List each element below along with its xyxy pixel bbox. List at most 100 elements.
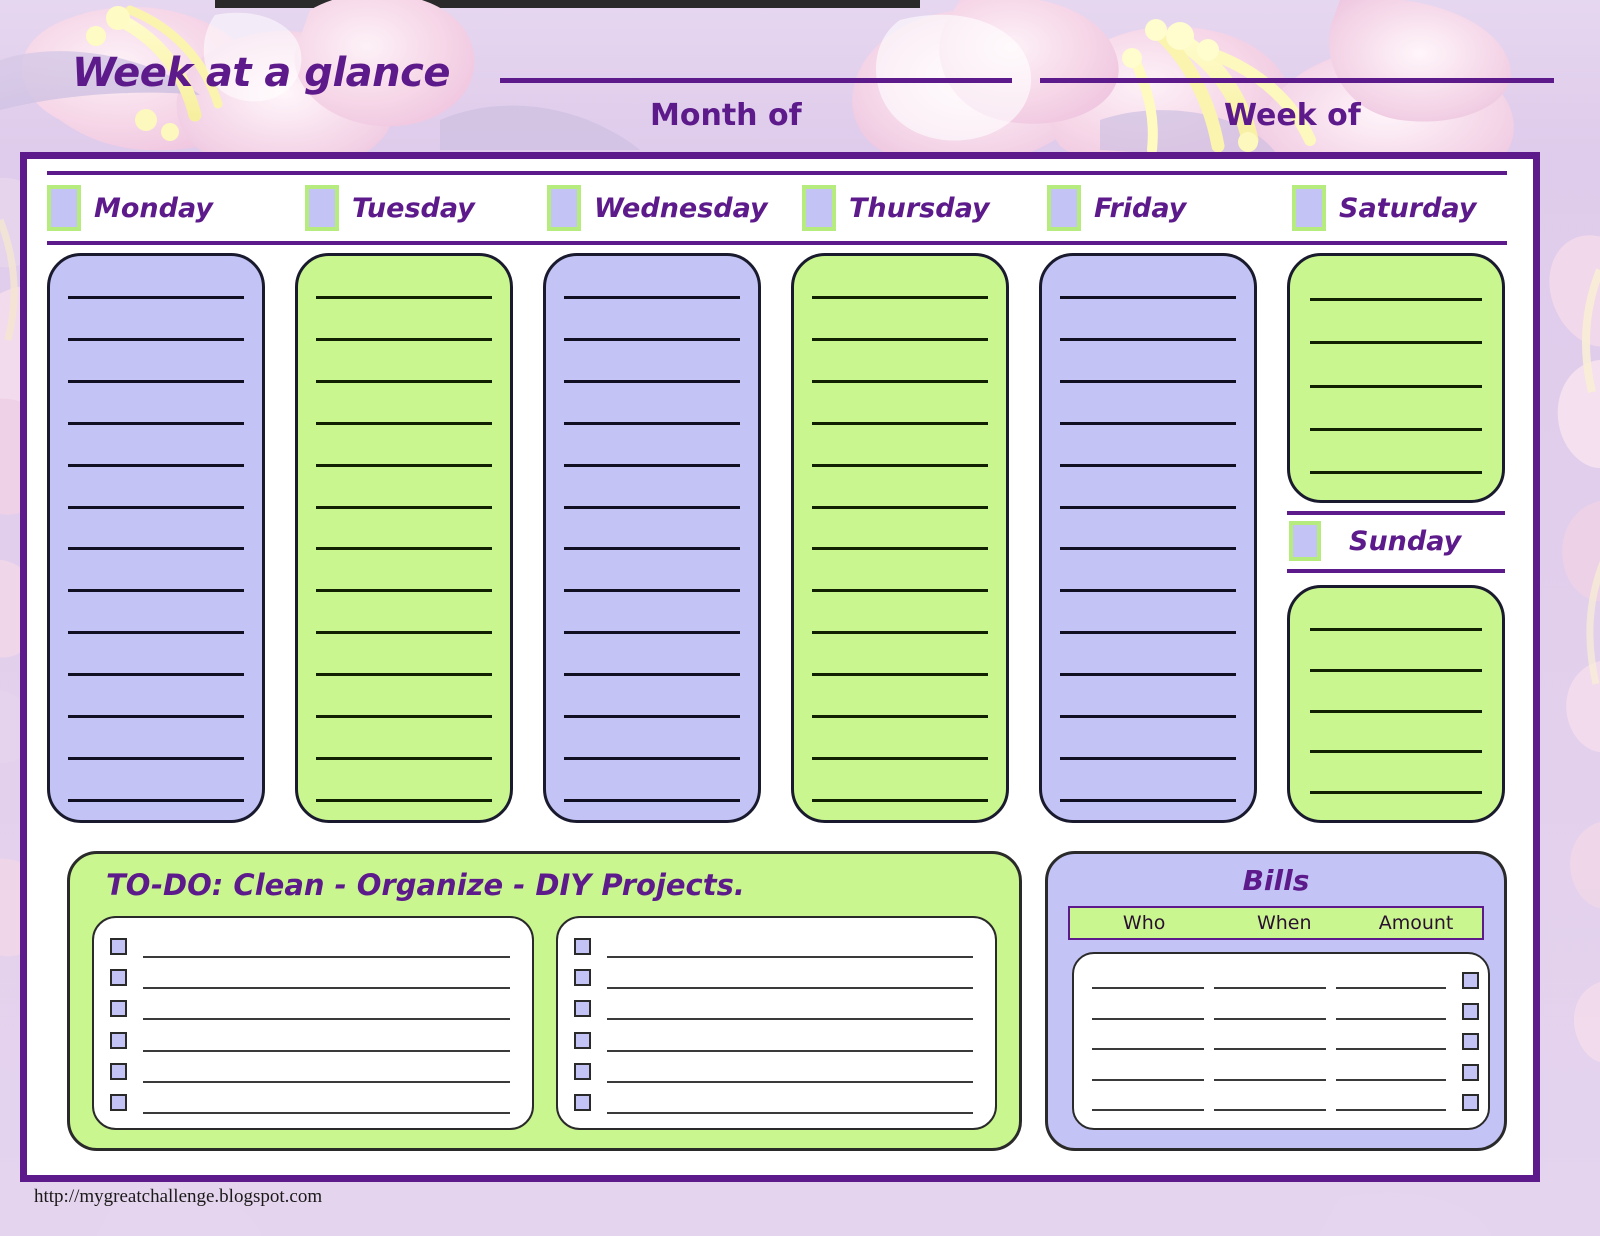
- writing-line[interactable]: [1310, 427, 1482, 431]
- todo-item-row[interactable]: [573, 963, 973, 990]
- todo-list-right[interactable]: [555, 916, 997, 1130]
- writing-line[interactable]: [564, 337, 740, 341]
- writing-line[interactable]: [316, 379, 492, 383]
- writing-line[interactable]: [812, 547, 988, 551]
- todo-item-row[interactable]: [110, 932, 510, 958]
- writing-line[interactable]: [1060, 715, 1236, 719]
- todo-item-row[interactable]: [573, 1088, 973, 1114]
- month-write-line[interactable]: [500, 78, 1012, 83]
- writing-line[interactable]: [1060, 296, 1236, 299]
- bill-paid-checkbox[interactable]: [1462, 1002, 1479, 1020]
- todo-item-row[interactable]: [573, 1057, 973, 1083]
- day-column-sunday[interactable]: [1287, 585, 1505, 823]
- writing-line[interactable]: [564, 589, 740, 593]
- writing-line[interactable]: [812, 379, 988, 383]
- writing-line[interactable]: [316, 715, 492, 719]
- writing-line[interactable]: [1310, 668, 1482, 672]
- bill-paid-checkbox[interactable]: [1462, 1094, 1479, 1111]
- todo-write-line[interactable]: [143, 1111, 510, 1114]
- writing-line[interactable]: [564, 296, 740, 299]
- day-header-saturday[interactable]: Saturday: [1292, 181, 1476, 235]
- checkbox-sunday[interactable]: [1289, 521, 1321, 561]
- todo-write-line[interactable]: [143, 1049, 510, 1052]
- writing-line[interactable]: [1060, 505, 1236, 509]
- day-header-friday[interactable]: Friday: [1047, 181, 1186, 235]
- writing-line[interactable]: [812, 756, 988, 760]
- bill-row[interactable]: [1092, 1062, 1480, 1084]
- writing-line[interactable]: [1310, 628, 1482, 631]
- writing-line[interactable]: [1060, 421, 1236, 425]
- bill-field-who[interactable]: [1092, 1109, 1204, 1111]
- day-header-sunday[interactable]: Sunday: [1287, 511, 1505, 573]
- day-column-friday[interactable]: [1039, 253, 1257, 823]
- todo-checkbox[interactable]: [110, 1093, 127, 1111]
- writing-line[interactable]: [1060, 463, 1236, 467]
- writing-line[interactable]: [316, 756, 492, 760]
- checkbox-saturday[interactable]: [1292, 185, 1326, 231]
- bill-field-amount[interactable]: [1336, 1078, 1446, 1081]
- writing-line[interactable]: [564, 421, 740, 425]
- writing-line[interactable]: [68, 337, 244, 341]
- writing-line[interactable]: [68, 505, 244, 509]
- todo-item-row[interactable]: [573, 1026, 973, 1052]
- todo-write-line[interactable]: [606, 1018, 973, 1021]
- writing-lines-saturday[interactable]: [1310, 298, 1482, 474]
- writing-line[interactable]: [68, 589, 244, 593]
- todo-item-row[interactable]: [110, 963, 510, 990]
- writing-line[interactable]: [1060, 798, 1236, 802]
- todo-write-line[interactable]: [143, 987, 510, 990]
- todo-checkbox[interactable]: [573, 1093, 591, 1111]
- writing-lines-thursday[interactable]: [812, 296, 988, 802]
- todo-write-line[interactable]: [606, 1049, 973, 1052]
- todo-checkbox[interactable]: [573, 1062, 591, 1080]
- bill-field-when[interactable]: [1214, 1078, 1326, 1081]
- writing-line[interactable]: [812, 421, 988, 425]
- writing-line[interactable]: [316, 296, 492, 299]
- day-column-thursday[interactable]: [791, 253, 1009, 823]
- bill-row[interactable]: [1092, 1092, 1480, 1114]
- bill-field-amount[interactable]: [1336, 1048, 1446, 1050]
- writing-line[interactable]: [1060, 756, 1236, 760]
- bill-row[interactable]: [1092, 970, 1480, 992]
- todo-item-row[interactable]: [110, 1026, 510, 1052]
- bill-field-who[interactable]: [1092, 1048, 1204, 1050]
- writing-line[interactable]: [564, 547, 740, 551]
- bill-field-when[interactable]: [1214, 987, 1326, 989]
- bill-field-when[interactable]: [1214, 1017, 1326, 1020]
- writing-lines-tuesday[interactable]: [316, 296, 492, 802]
- writing-line[interactable]: [316, 547, 492, 551]
- todo-checkbox[interactable]: [573, 969, 591, 987]
- todo-checkbox[interactable]: [110, 1062, 127, 1080]
- writing-line[interactable]: [316, 798, 492, 802]
- writing-line[interactable]: [812, 463, 988, 467]
- bill-field-when[interactable]: [1214, 1109, 1326, 1111]
- bill-field-amount[interactable]: [1336, 1109, 1446, 1111]
- writing-line[interactable]: [316, 673, 492, 677]
- todo-item-row[interactable]: [110, 994, 510, 1021]
- writing-line[interactable]: [812, 589, 988, 593]
- todo-write-line[interactable]: [143, 1080, 510, 1083]
- writing-line[interactable]: [1060, 547, 1236, 551]
- day-column-tuesday[interactable]: [295, 253, 513, 823]
- writing-line[interactable]: [68, 756, 244, 760]
- writing-line[interactable]: [1060, 589, 1236, 593]
- bill-field-when[interactable]: [1214, 1048, 1326, 1050]
- bill-paid-checkbox[interactable]: [1462, 1033, 1479, 1050]
- todo-checkbox[interactable]: [110, 1031, 127, 1049]
- writing-line[interactable]: [1310, 341, 1482, 345]
- bill-row[interactable]: [1092, 1001, 1480, 1023]
- writing-line[interactable]: [564, 673, 740, 677]
- writing-line[interactable]: [68, 296, 244, 299]
- checkbox-wednesday[interactable]: [547, 185, 581, 231]
- writing-line[interactable]: [316, 463, 492, 467]
- todo-checkbox[interactable]: [110, 1000, 127, 1018]
- writing-line[interactable]: [564, 631, 740, 635]
- writing-line[interactable]: [1060, 631, 1236, 635]
- writing-line[interactable]: [1310, 298, 1482, 301]
- writing-line[interactable]: [812, 337, 988, 341]
- day-header-wednesday[interactable]: Wednesday: [547, 181, 768, 235]
- bill-row[interactable]: [1092, 1031, 1480, 1053]
- day-column-monday[interactable]: [47, 253, 265, 823]
- todo-item-row[interactable]: [110, 1088, 510, 1114]
- todo-write-line[interactable]: [606, 1080, 973, 1083]
